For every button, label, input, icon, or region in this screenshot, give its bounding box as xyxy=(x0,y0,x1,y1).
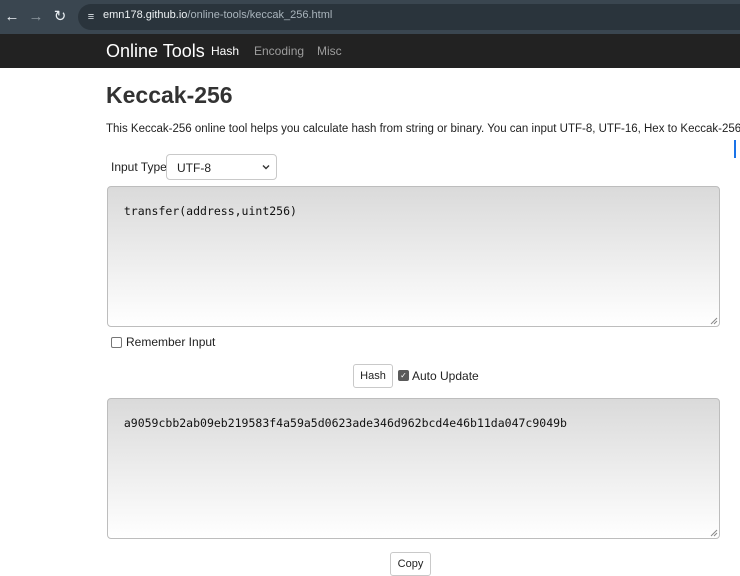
copy-button[interactable]: Copy xyxy=(390,552,431,576)
chevron-down-icon xyxy=(262,165,270,170)
resize-grip-icon[interactable] xyxy=(710,529,718,537)
address-bar[interactable]: ≡ emn178.github.io/online-tools/keccak_2… xyxy=(78,4,740,30)
url-host: emn178.github.io xyxy=(103,9,188,21)
brand-link[interactable]: Online Tools xyxy=(106,41,205,62)
input-type-select[interactable]: UTF-8 xyxy=(166,154,277,180)
output-textarea[interactable]: a9059cbb2ab09eb219583f4a59a5d0623ade346d… xyxy=(107,398,720,539)
remember-input-label: Remember Input xyxy=(126,335,216,349)
url-path: /online-tools/keccak_256.html xyxy=(187,9,333,21)
output-text: a9059cbb2ab09eb219583f4a59a5d0623ade346d… xyxy=(123,416,567,430)
input-text: transfer(address,uint256) xyxy=(123,204,297,218)
nav-link-encoding[interactable]: Encoding xyxy=(254,44,304,58)
resize-grip-icon[interactable] xyxy=(710,317,718,325)
nav-link-hash[interactable]: Hash xyxy=(211,44,239,58)
reload-icon[interactable]: ↻ xyxy=(50,7,70,27)
input-type-value: UTF-8 xyxy=(177,161,211,175)
site-navbar: Online Tools Hash Encoding Misc xyxy=(0,34,740,68)
forward-arrow-icon[interactable]: → xyxy=(26,7,46,27)
back-arrow-icon[interactable]: ← xyxy=(2,7,22,27)
page-title: Keccak-256 xyxy=(106,82,233,108)
scroll-indicator xyxy=(734,140,736,158)
auto-update-label: Auto Update xyxy=(412,369,479,383)
page-description: This Keccak-256 online tool helps you ca… xyxy=(106,123,740,135)
input-type-label: Input Type xyxy=(111,160,167,174)
nav-link-misc[interactable]: Misc xyxy=(317,44,342,58)
remember-input-checkbox[interactable] xyxy=(111,337,122,348)
auto-update-checkbox[interactable]: ✓ xyxy=(398,370,409,381)
browser-toolbar: ← → ↻ ≡ emn178.github.io/online-tools/ke… xyxy=(0,0,740,34)
hash-button[interactable]: Hash xyxy=(353,364,393,388)
input-textarea[interactable]: transfer(address,uint256) xyxy=(107,186,720,327)
url-text: emn178.github.io/online-tools/keccak_256… xyxy=(103,9,332,21)
site-settings-icon[interactable]: ≡ xyxy=(83,8,99,26)
